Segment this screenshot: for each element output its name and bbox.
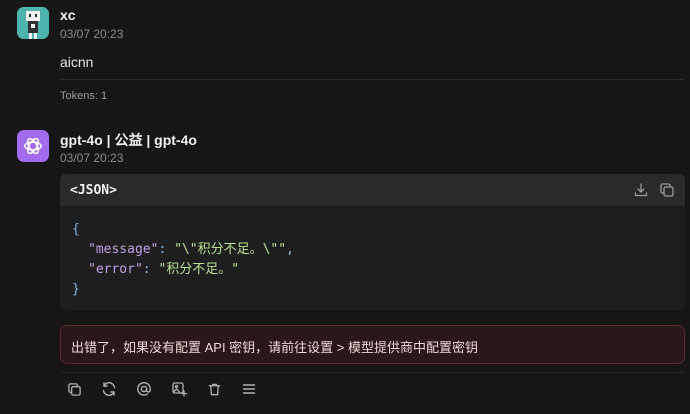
menu-icon[interactable] xyxy=(240,380,258,398)
code-value-error: "积分不足。" xyxy=(158,262,240,277)
bot-message-time: 03/07 20:23 xyxy=(60,151,124,165)
image-add-icon[interactable] xyxy=(170,380,188,398)
user-message-time: 03/07 20:23 xyxy=(60,27,124,41)
code-language-label: <JSON> xyxy=(70,183,117,198)
code-brace-open: { xyxy=(72,222,80,237)
user-name: xc xyxy=(60,7,76,23)
copy-icon[interactable] xyxy=(659,182,675,198)
bot-avatar xyxy=(17,130,49,162)
error-message: 出错了，如果没有配置 API 密钥，请前往设置 > 模型提供商中配置密钥 xyxy=(71,340,478,355)
code-body: { "message": "\"积分不足。\"", "error": "积分不足… xyxy=(72,222,294,297)
user-message-text: aicnn xyxy=(60,54,94,70)
refresh-icon[interactable] xyxy=(100,380,118,398)
openai-logo-icon xyxy=(24,137,42,155)
code-value-message: "\"积分不足。\"" xyxy=(174,242,287,257)
action-divider xyxy=(60,372,685,373)
copy-icon[interactable] xyxy=(65,380,83,398)
trash-icon[interactable] xyxy=(205,380,223,398)
message-divider xyxy=(60,79,685,80)
user-avatar xyxy=(17,7,49,39)
error-banner: 出错了，如果没有配置 API 密钥，请前往设置 > 模型提供商中配置密钥 xyxy=(60,325,685,364)
bot-name: gpt-4o | 公益 | gpt-4o xyxy=(60,132,197,148)
token-count: Tokens: 1 xyxy=(60,90,108,102)
code-key-error: "error" xyxy=(88,262,143,277)
code-key-message: "message" xyxy=(88,242,159,257)
message-actions xyxy=(65,380,258,398)
robot-avatar-icon xyxy=(17,7,49,39)
download-icon[interactable] xyxy=(633,182,649,198)
code-brace-close: } xyxy=(72,282,80,297)
at-icon[interactable] xyxy=(135,380,153,398)
code-header: <JSON> xyxy=(60,174,685,206)
code-block: <JSON> { "message": "\"积分不足。\"", "error"… xyxy=(60,174,685,310)
